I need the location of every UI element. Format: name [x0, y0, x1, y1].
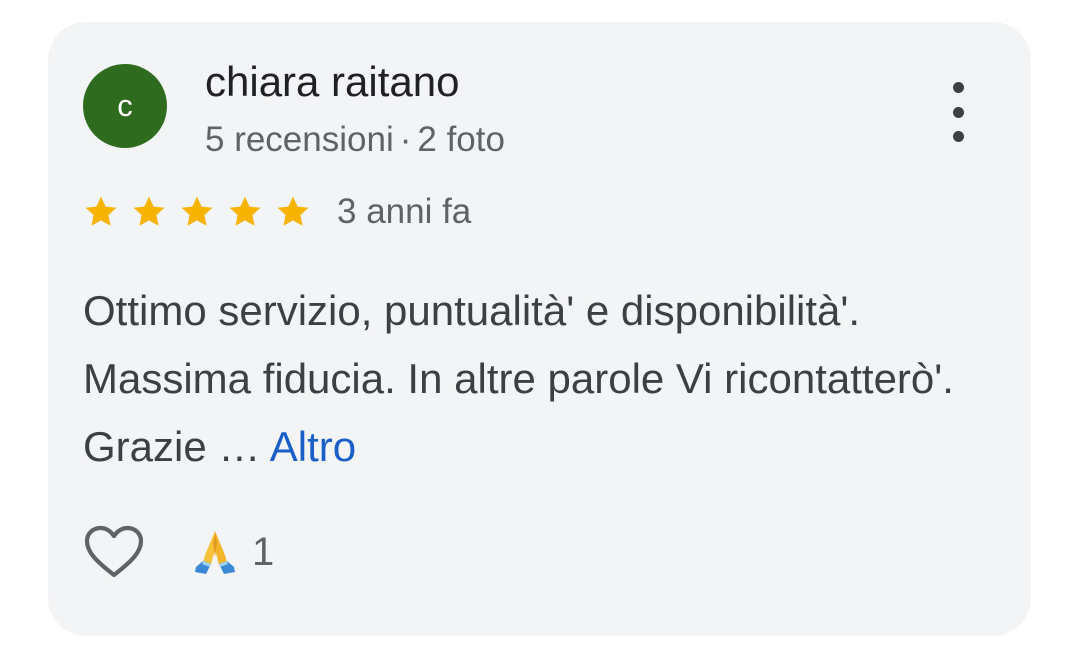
more-vert-icon-dot — [952, 106, 964, 118]
review-body: Ottimo servizio, puntualità' e disponibi… — [83, 287, 954, 470]
review-count: 5 recensioni — [205, 120, 394, 159]
reaction-chip[interactable]: 1 — [190, 527, 274, 577]
reviewer-name[interactable]: chiara raitano — [205, 56, 459, 108]
review-card: c chiara raitano 5 recensioni · 2 foto 3 a… — [48, 22, 1031, 636]
star-icon — [133, 196, 165, 226]
more-options-button[interactable] — [938, 82, 978, 142]
star-icon — [229, 196, 261, 226]
meta-separator: · — [399, 120, 412, 159]
reaction-count: 1 — [252, 530, 275, 574]
photo-count: 2 foto — [417, 120, 505, 159]
star-icon — [85, 196, 117, 226]
avatar[interactable]: c — [83, 64, 167, 148]
review-text: Ottimo servizio, puntualità' e disponibi… — [83, 277, 1003, 481]
star-icon — [277, 196, 309, 226]
star-rating — [83, 194, 311, 230]
read-more-link[interactable]: Altro — [270, 423, 356, 470]
review-actions: 1 — [83, 522, 274, 582]
like-button[interactable] — [83, 522, 145, 582]
more-vert-icon — [952, 82, 964, 93]
folded-hands-icon — [195, 531, 235, 574]
heart-outline-icon — [84, 525, 144, 578]
avatar-initial: c — [117, 88, 133, 123]
rating-row: 3 anni fa — [83, 188, 471, 236]
review-time: 3 anni fa — [337, 192, 472, 231]
star-icon — [181, 196, 213, 226]
more-vert-icon-dot — [952, 131, 964, 142]
reviewer-meta: 5 recensioni · 2 foto — [205, 118, 505, 162]
